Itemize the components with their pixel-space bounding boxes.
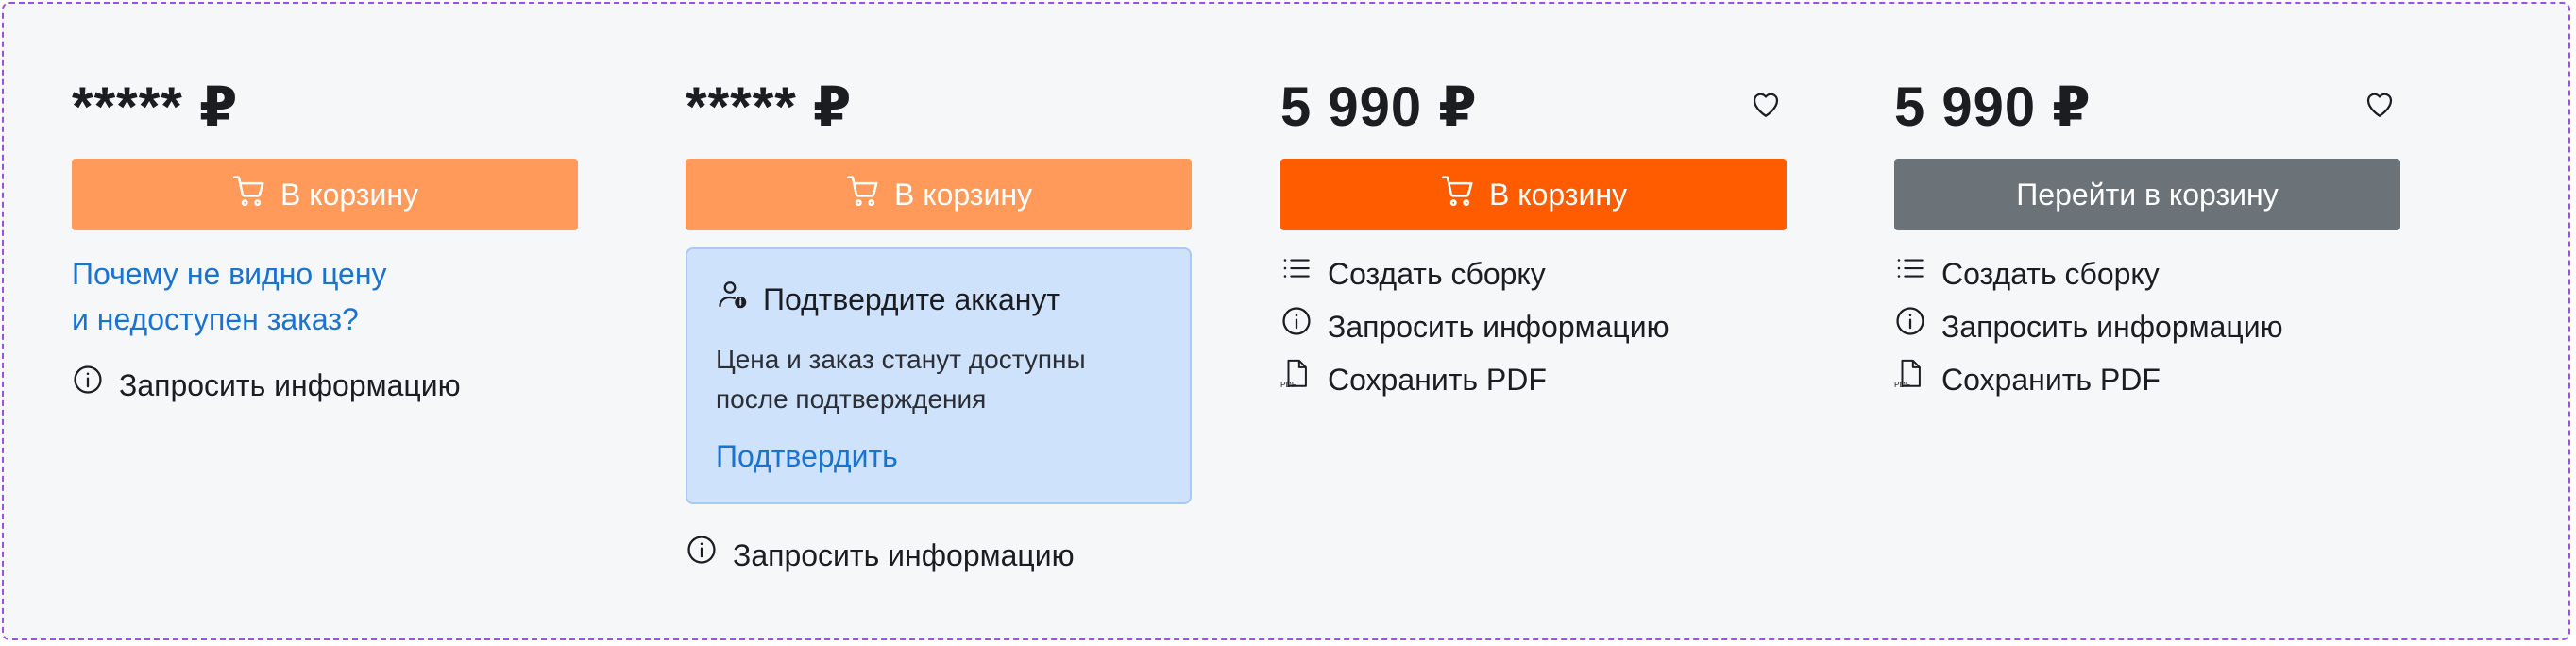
action-label: Запросить информацию (733, 538, 1075, 572)
pdf-file-icon: PDF (1894, 353, 1926, 406)
create-build-action[interactable]: Создать сборку (1894, 247, 2400, 300)
list-icon (1894, 247, 1926, 300)
button-label: В корзину (1488, 177, 1628, 212)
actions-list: Создать сборку Запросить информацию PDF … (1280, 247, 1787, 406)
favorite-button[interactable] (2359, 85, 2400, 127)
link-line-2: и недоступен заказ? (72, 302, 359, 336)
svg-text:PDF: PDF (1280, 380, 1296, 389)
action-label: Сохранить PDF (1328, 363, 1547, 397)
request-info-action[interactable]: Запросить информацию (72, 359, 578, 412)
request-info-action[interactable]: Запросить информацию (686, 529, 1192, 582)
product-card-hidden-price: ***** ₽ В корзину Почему не видно цену и… (72, 76, 578, 412)
heart-icon (1749, 87, 1783, 126)
price-row: ***** ₽ (686, 76, 1192, 140)
cart-icon (231, 173, 267, 216)
notice-title-text: Подтвердите акканут (763, 282, 1061, 316)
pdf-file-icon: PDF (1280, 353, 1313, 406)
user-verify-icon (716, 278, 750, 321)
verify-account-notice: Подтвердите акканут Цена и заказ станут … (686, 247, 1192, 504)
add-to-cart-button[interactable]: В корзину (1280, 159, 1787, 230)
price-row: ***** ₽ (72, 76, 578, 140)
info-icon (72, 359, 104, 412)
button-label: Перейти в корзину (2016, 177, 2279, 212)
create-build-action[interactable]: Создать сборку (1280, 247, 1787, 300)
notice-text: Цена и заказ станут доступны после подтв… (716, 340, 1161, 419)
favorite-button[interactable] (1745, 85, 1787, 127)
action-label: Создать сборку (1941, 257, 2160, 291)
price-row: 5 990 ₽ (1280, 76, 1787, 140)
request-info-action[interactable]: Запросить информацию (1894, 300, 2400, 353)
heart-icon (2363, 87, 2397, 126)
confirm-link[interactable]: Подтвердить (716, 436, 1161, 476)
actions-list: Запросить информацию (72, 359, 578, 412)
save-pdf-action[interactable]: PDF Сохранить PDF (1894, 353, 2400, 406)
price-row: 5 990 ₽ (1894, 76, 2400, 140)
list-icon (1280, 247, 1313, 300)
action-label: Запросить информацию (1328, 310, 1669, 344)
product-card-in-cart: 5 990 ₽ Перейти в корзину Создать сборку (1894, 76, 2400, 406)
action-label: Запросить информацию (119, 368, 461, 402)
price: 5 990 ₽ (1894, 76, 2092, 138)
notice-text-line-1: Цена и заказ станут доступны (716, 345, 1086, 374)
product-card-available: 5 990 ₽ В корзину Создать сборку Запроси… (1280, 76, 1787, 406)
cart-icon (845, 173, 881, 216)
info-icon (1280, 300, 1313, 353)
cart-icon (1440, 173, 1476, 216)
request-info-action[interactable]: Запросить информацию (1280, 300, 1787, 353)
link-line-1: Почему не видно цену (72, 257, 387, 291)
why-price-hidden-link[interactable]: Почему не видно цену и недоступен заказ? (72, 251, 578, 342)
svg-text:PDF: PDF (1894, 380, 1910, 389)
go-to-cart-button[interactable]: Перейти в корзину (1894, 159, 2400, 230)
price: ***** ₽ (686, 76, 853, 138)
info-icon (686, 529, 718, 582)
action-label: Сохранить PDF (1941, 363, 2161, 397)
action-label: Запросить информацию (1941, 310, 2283, 344)
info-icon (1894, 300, 1926, 353)
button-label: В корзину (893, 177, 1033, 212)
price: 5 990 ₽ (1280, 76, 1478, 138)
notice-text-line-2: после подтверждения (716, 384, 987, 414)
price: ***** ₽ (72, 76, 239, 138)
actions-list: Создать сборку Запросить информацию PDF … (1894, 247, 2400, 406)
action-label: Создать сборку (1328, 257, 1546, 291)
button-label: В корзину (280, 177, 419, 212)
add-to-cart-button[interactable]: В корзину (72, 159, 578, 230)
component-frame: ***** ₽ В корзину Почему не видно цену и… (2, 2, 2570, 640)
notice-title: Подтвердите акканут (716, 278, 1161, 321)
product-card-unverified: ***** ₽ В корзину Подтвердите акканут Це… (686, 76, 1192, 582)
add-to-cart-button[interactable]: В корзину (686, 159, 1192, 230)
save-pdf-action[interactable]: PDF Сохранить PDF (1280, 353, 1787, 406)
actions-list: Запросить информацию (686, 529, 1192, 582)
